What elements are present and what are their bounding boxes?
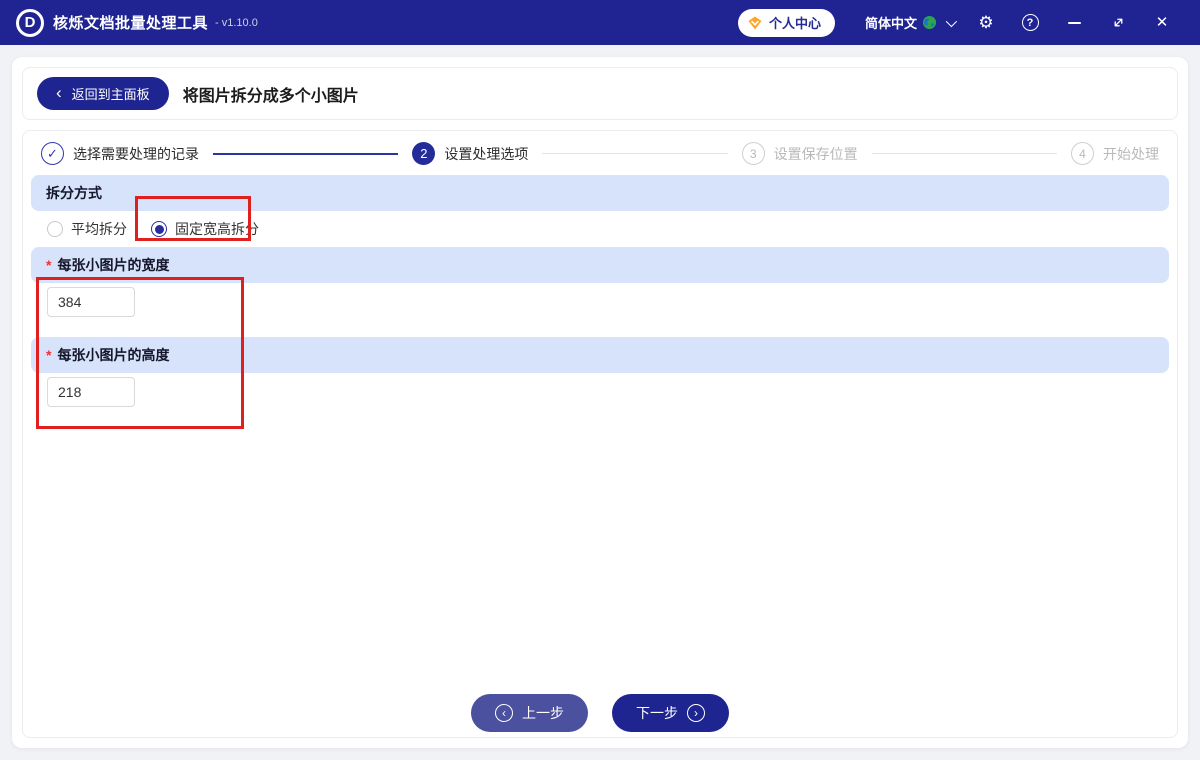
app-version: - v1.10.0 (215, 16, 258, 29)
user-center-label: 个人中心 (768, 16, 821, 31)
height-field-label: 每张小图片的高度 (57, 347, 170, 363)
wizard-footer: ‹ 上一步 下一步 › (31, 694, 1169, 737)
step-connector (213, 152, 399, 155)
globe-icon (922, 15, 937, 30)
settings-button[interactable]: ⚙ (964, 0, 1008, 45)
step-connector (542, 153, 728, 154)
language-label: 简体中文 (864, 16, 917, 31)
step-3-label: 设置保存位置 (773, 145, 858, 162)
step-4-start-processing: 4 开始处理 (1070, 142, 1159, 165)
step-2-set-options: 2 设置处理选项 (412, 142, 528, 165)
height-input-row (31, 373, 1169, 417)
help-icon: ? (1021, 14, 1039, 31)
radio-average-split-label: 平均拆分 (71, 221, 127, 237)
next-step-button[interactable]: 下一步 › (612, 694, 729, 732)
width-section-header: * 每张小图片的宽度 (31, 247, 1169, 283)
split-method-label: 拆分方式 (46, 185, 102, 201)
page-title: 将图片拆分成多个小图片 (182, 87, 359, 105)
titlebar: D 核烁文档批量处理工具 - v1.10.0 个人中心 简体中文 ⚙ ? ✕ (0, 0, 1200, 45)
minimize-icon (1067, 21, 1081, 24)
next-step-label: 下一步 (636, 705, 678, 721)
step-2-number: 2 (412, 142, 436, 165)
resize-button[interactable] (1096, 0, 1140, 45)
width-input-row (31, 283, 1169, 327)
previous-step-label: 上一步 (522, 705, 564, 721)
chevron-down-icon (945, 15, 958, 27)
split-method-section-header: 拆分方式 (31, 175, 1169, 211)
step-3-save-location: 3 设置保存位置 (741, 142, 858, 165)
height-input[interactable] (47, 377, 135, 407)
step-indicator: ✓ 选择需要处理的记录 2 设置处理选项 3 设置保存位置 4 开始处理 (31, 131, 1169, 175)
step-2-label: 设置处理选项 (444, 145, 529, 162)
main-card: ‹ 返回到主面板 将图片拆分成多个小图片 ✓ 选择需要处理的记录 2 设置处理选… (12, 57, 1188, 748)
required-asterisk: * (46, 257, 52, 273)
app-logo-icon: D (16, 8, 44, 37)
close-icon: ✕ (1155, 14, 1169, 31)
minimize-button[interactable] (1052, 0, 1096, 45)
close-button[interactable]: ✕ (1140, 0, 1184, 45)
chevron-left-icon: ‹ (56, 83, 62, 102)
titlebar-actions: 个人中心 简体中文 ⚙ ? ✕ (737, 0, 1184, 45)
app-title: 核烁文档批量处理工具 (53, 15, 209, 32)
back-to-dashboard-button[interactable]: ‹ 返回到主面板 (37, 77, 169, 110)
resize-diagonal-icon (1114, 18, 1122, 27)
radio-unchecked-icon (47, 221, 63, 237)
step-4-label: 开始处理 (1102, 145, 1159, 162)
step-1-select-records: ✓ 选择需要处理的记录 (41, 142, 199, 165)
step-3-number: 3 (741, 142, 765, 165)
width-field-label: 每张小图片的宽度 (57, 257, 170, 273)
previous-step-button[interactable]: ‹ 上一步 (471, 694, 588, 732)
help-button[interactable]: ? (1008, 0, 1052, 45)
chevron-right-circle-icon: › (687, 704, 705, 722)
step-1-check-icon: ✓ (41, 142, 64, 165)
radio-fixed-size-split-label: 固定宽高拆分 (175, 221, 259, 237)
chevron-left-circle-icon: ‹ (495, 704, 513, 722)
step-4-number: 4 (1070, 142, 1094, 165)
width-input[interactable] (47, 287, 135, 317)
split-method-options: 平均拆分 固定宽高拆分 (31, 211, 1169, 247)
language-selector[interactable]: 简体中文 (864, 13, 958, 32)
step-1-label: 选择需要处理的记录 (73, 145, 199, 162)
radio-average-split[interactable]: 平均拆分 (47, 219, 127, 239)
user-center-button[interactable]: 个人中心 (737, 8, 835, 37)
radio-checked-icon (151, 221, 167, 237)
step-connector (871, 153, 1057, 154)
page-header: ‹ 返回到主面板 将图片拆分成多个小图片 (22, 67, 1178, 120)
height-section-header: * 每张小图片的高度 (31, 337, 1169, 373)
gear-icon: ⚙ (978, 13, 994, 32)
vip-diamond-icon (748, 16, 762, 29)
required-asterisk: * (46, 347, 52, 363)
radio-fixed-size-split[interactable]: 固定宽高拆分 (151, 219, 259, 239)
back-button-label: 返回到主面板 (71, 87, 150, 102)
wizard-panel: ✓ 选择需要处理的记录 2 设置处理选项 3 设置保存位置 4 开始处理 拆分方… (22, 130, 1178, 738)
